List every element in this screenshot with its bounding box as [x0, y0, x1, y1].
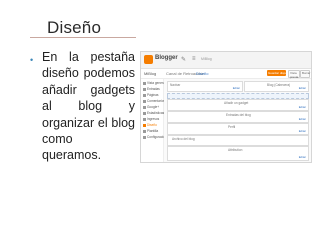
comments-icon [143, 100, 146, 103]
attribution-gadget[interactable]: Attribution Editar [167, 146, 309, 161]
edit-link[interactable]: Editar [299, 105, 306, 109]
layout-icon [143, 124, 146, 127]
blog-posts-gadget[interactable]: Entradas del blog Editar [167, 111, 309, 123]
sidebar-item-google-plus[interactable]: Google+ [143, 105, 162, 110]
bullet-icon: • [30, 55, 34, 65]
sidebar-item-posts[interactable]: Entradas [143, 87, 162, 92]
add-gadget-box[interactable]: Añadir un gadget Editar [167, 99, 309, 111]
blogger-logo-icon [144, 55, 153, 64]
sidebar-item-earnings[interactable]: Ingresos [143, 117, 162, 122]
edit-link[interactable]: Editar [233, 86, 240, 90]
sidebar-item-template[interactable]: Plantilla [143, 129, 162, 134]
blogger-screenshot: Blogger ✎ ≡ MiBlog MiBlog Canal de Retro… [140, 51, 312, 163]
layout-header: MiBlog Canal de Retroacción Diseño Guard… [141, 69, 311, 79]
sidebar-item-stats[interactable]: Estadísticas [143, 111, 164, 116]
template-icon [143, 130, 146, 133]
posts-icon [143, 88, 146, 91]
bullet-text: En la pestaña diseño podemos añadir gadg… [42, 50, 135, 163]
layout-editor: Navbar Editar Blog (Cabecera) Editar Aña… [164, 79, 311, 162]
slide-title: Diseño [47, 18, 102, 37]
title-underline [30, 37, 136, 38]
app-name: Blogger [155, 55, 178, 61]
list-icon[interactable]: ≡ [192, 56, 196, 62]
sidebar-item-settings[interactable]: Configuración [143, 135, 167, 140]
slide: Diseño • En la pestaña diseño podemos añ… [0, 0, 320, 240]
edit-link[interactable]: Editar [299, 155, 306, 159]
header-gadget[interactable]: Blog (Cabecera) Editar [244, 81, 309, 92]
sidebar-item-overview[interactable]: Vista general [143, 81, 166, 86]
sidebar-item-pages[interactable]: Páginas [143, 93, 162, 98]
stats-icon [143, 112, 146, 115]
blog-name-top: MiBlog [201, 57, 212, 61]
edit-link[interactable]: Editar [299, 129, 306, 133]
clear-button[interactable]: Borrar [300, 70, 310, 78]
blog-name: MiBlog [144, 71, 157, 76]
profile-gadget[interactable]: Perfil Editar [167, 123, 309, 135]
blogger-topbar: Blogger ✎ ≡ MiBlog [141, 52, 311, 69]
settings-icon [143, 136, 146, 139]
save-arrangement-button[interactable]: Guardar disposición [267, 70, 295, 76]
navbar-gadget[interactable]: Navbar Editar [167, 81, 243, 92]
edit-link[interactable]: Editar [299, 117, 306, 121]
pages-icon [143, 94, 146, 97]
pencil-icon[interactable]: ✎ [181, 56, 186, 63]
edit-link[interactable]: Editar [299, 86, 306, 90]
earnings-icon [143, 118, 146, 121]
sidebar-item-layout[interactable]: Diseño [143, 123, 162, 128]
archive-gadget[interactable]: Archivo del blog [167, 135, 309, 146]
breadcrumb-current: Diseño [196, 71, 209, 76]
home-icon [143, 82, 146, 85]
sidebar-item-comments[interactable]: Comentarios [143, 99, 165, 104]
blogger-sidebar: Vista general Entradas Páginas Comentari… [141, 79, 167, 162]
google-plus-icon [143, 106, 146, 109]
preview-button[interactable]: Vista previa [288, 70, 300, 79]
